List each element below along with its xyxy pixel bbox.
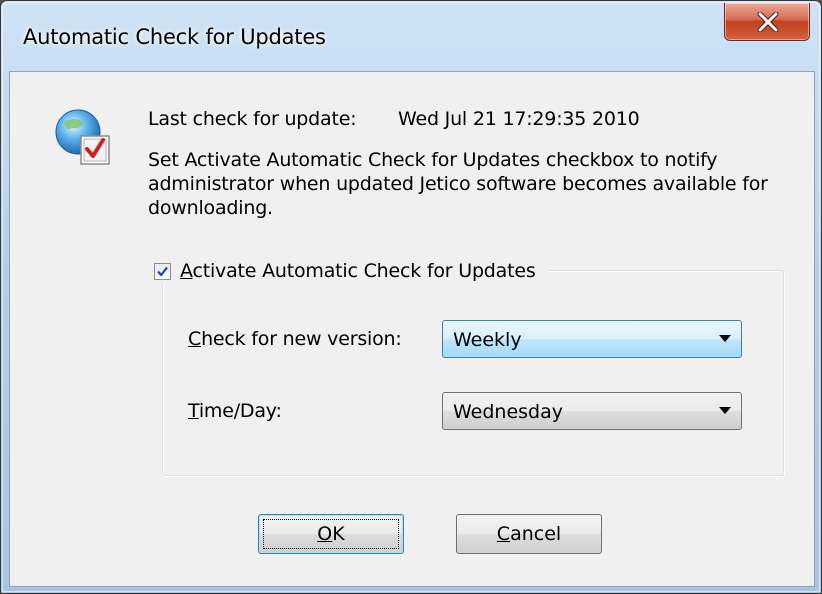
activate-checkbox-label: Activate Automatic Check for Updates xyxy=(180,260,536,282)
chevron-down-icon xyxy=(719,407,731,414)
checkmark-icon xyxy=(157,266,168,276)
activate-checkbox[interactable] xyxy=(154,262,171,280)
time-day-accel: T xyxy=(188,400,199,422)
activate-accel: A xyxy=(180,260,193,282)
settings-groupbox xyxy=(162,270,784,476)
time-day-label: Time/Day: xyxy=(188,400,282,422)
ok-button[interactable]: OK xyxy=(258,514,404,554)
dialog-window: Automatic Check for Updates Last check f… xyxy=(0,0,822,594)
last-check-value: Wed Jul 21 17:29:35 2010 xyxy=(398,108,640,130)
close-button[interactable] xyxy=(724,3,810,41)
time-day-value: Wednesday xyxy=(453,401,564,423)
activate-check-toggle[interactable]: Activate Automatic Check for Updates xyxy=(150,258,548,284)
cancel-button[interactable]: Cancel xyxy=(456,514,602,554)
window-title: Automatic Check for Updates xyxy=(23,25,326,49)
check-version-value: Weekly xyxy=(453,329,522,351)
focus-rectangle xyxy=(263,519,399,549)
globe-checkmark-icon xyxy=(55,109,110,165)
last-check-label: Last check for update: xyxy=(148,108,357,130)
time-day-label-rest: ime/Day: xyxy=(198,400,282,422)
title-bar[interactable]: Automatic Check for Updates xyxy=(1,1,821,71)
chevron-down-icon xyxy=(719,335,731,342)
check-version-label-rest: heck for new version: xyxy=(201,328,402,350)
check-version-accel: C xyxy=(188,328,202,350)
activate-label-rest: ctivate Automatic Check for Updates xyxy=(192,260,536,282)
cancel-accel: C xyxy=(496,523,511,545)
dialog-body: Last check for update: Wed Jul 21 17:29:… xyxy=(9,71,815,587)
time-day-dropdown[interactable]: Wednesday xyxy=(442,392,742,430)
cancel-label-rest: ancel xyxy=(510,523,562,545)
description-text: Set Activate Automatic Check for Updates… xyxy=(148,149,768,219)
check-version-label: Check for new version: xyxy=(188,328,402,350)
close-x-icon xyxy=(757,12,779,32)
check-version-dropdown[interactable]: Weekly xyxy=(442,320,742,358)
